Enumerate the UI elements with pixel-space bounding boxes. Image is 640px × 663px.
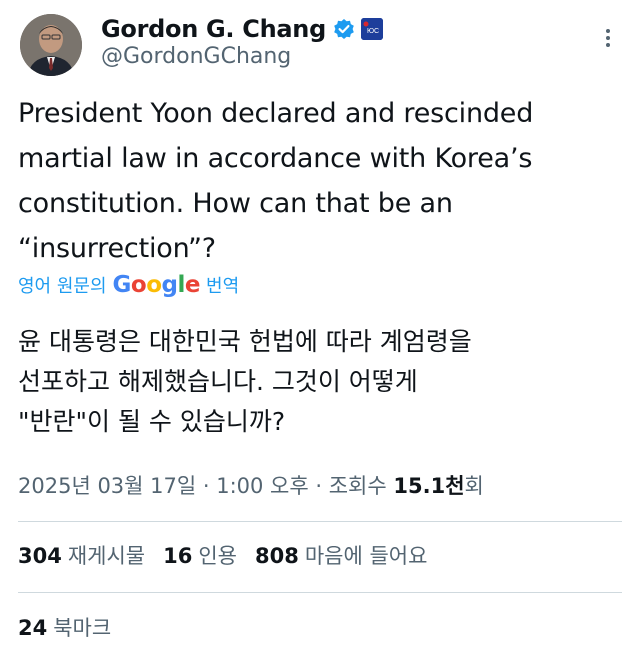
translate-prefix: 영어 원문의	[18, 276, 107, 297]
verified-badge-icon[interactable]	[333, 18, 355, 40]
reposts-stat[interactable]: 304 재게시물	[18, 540, 145, 570]
likes-stat[interactable]: 808 마음에 들어요	[255, 540, 427, 570]
reposts-count: 304	[18, 544, 62, 568]
translate-attribution[interactable]: 영어 원문의 Google 번역	[18, 272, 239, 298]
quotes-count: 16	[163, 544, 193, 568]
author-handle[interactable]: @GordonGChang	[101, 44, 291, 69]
author-avatar[interactable]	[20, 14, 82, 76]
bookmarks-stat[interactable]: 24 북마크	[18, 612, 111, 642]
tweet-timestamp-views: 2025년 03월 17일 · 1:00 오후 · 조회수 15.1천회	[18, 470, 484, 500]
translated-text: 윤 대통령은 대한민국 헌법에 따라 계엄령을 선포하고 해제했습니다. 그것이…	[18, 327, 472, 436]
engagement-stats: 304 재게시물 16 인용 808 마음에 들어요	[18, 540, 445, 570]
bookmarks-label: 북마크	[53, 616, 112, 640]
translate-suffix: 번역	[206, 276, 240, 297]
likes-label: 마음에 들어요	[304, 544, 428, 568]
views-count: 15.1천	[393, 474, 465, 498]
author-name-row: Gordon G. Chang ЮС	[101, 12, 383, 46]
google-logo: Google	[112, 272, 201, 298]
quotes-label: 인용	[198, 544, 237, 568]
quotes-stat[interactable]: 16 인용	[163, 540, 237, 570]
more-options-icon[interactable]	[600, 26, 616, 50]
tweet-header: Gordon G. Chang ЮС @GordonGChang	[0, 0, 640, 90]
affiliation-badge-text: ЮС	[367, 28, 379, 35]
reposts-label: 재게시물	[67, 544, 146, 568]
divider	[18, 592, 622, 593]
likes-count: 808	[255, 544, 299, 568]
author-display-name[interactable]: Gordon G. Chang	[101, 15, 326, 43]
bookmarks-count: 24	[18, 616, 48, 640]
divider	[18, 521, 622, 522]
affiliation-badge-icon[interactable]: ЮС	[360, 18, 383, 40]
views-suffix: 회	[464, 474, 484, 498]
tweet-text: President Yoon declared and rescinded ma…	[18, 98, 534, 264]
tweet-timestamp[interactable]: 2025년 03월 17일 · 1:00 오후 · 조회수	[18, 474, 387, 498]
